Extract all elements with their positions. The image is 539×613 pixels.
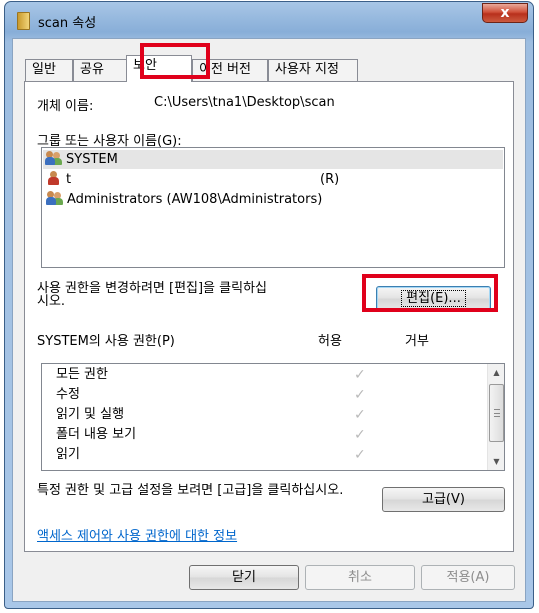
grip-icon bbox=[494, 409, 500, 417]
permission-row: 읽기 ✓ bbox=[56, 445, 376, 465]
object-name-label: 개체 이름: bbox=[37, 99, 94, 114]
user-suffix: (R) bbox=[320, 172, 340, 187]
user-name: Administrators (AW108\Administrators) bbox=[67, 192, 323, 207]
change-permissions-hint: 사용 권한을 변경하려면 [편집]을 클릭하십시오. bbox=[37, 281, 267, 309]
permissions-scrollbar[interactable]: ▲ ▼ bbox=[487, 364, 504, 470]
advanced-hint: 특정 권한 및 고급 설정을 보려면 [고급]을 클릭하십시오. bbox=[37, 483, 344, 498]
tab-sharing[interactable]: 공유 bbox=[73, 59, 127, 81]
allow-check-icon: ✓ bbox=[354, 427, 366, 443]
window-title: scan 속성 bbox=[38, 16, 97, 31]
permission-name: 수정 bbox=[56, 387, 80, 402]
cancel-button[interactable]: 취소 bbox=[305, 565, 415, 590]
apply-button[interactable]: 적용(A) bbox=[421, 565, 515, 590]
users-group-icon bbox=[45, 151, 63, 165]
allow-check-icon: ✓ bbox=[354, 387, 366, 403]
user-row-administrators[interactable]: Administrators (AW108\Administrators) bbox=[44, 190, 322, 209]
permission-row: 수정 ✓ bbox=[56, 385, 376, 405]
security-panel: 개체 이름: C:\Users\tna1\Desktop\scan 그룹 또는 … bbox=[24, 81, 514, 552]
permission-row: 읽기 및 실행 ✓ bbox=[56, 405, 376, 425]
allow-check-icon: ✓ bbox=[354, 407, 366, 423]
close-button[interactable]: 닫기 bbox=[189, 565, 299, 590]
allow-column-header: 허용 bbox=[318, 334, 342, 349]
title-bar[interactable]: scan 속성 x bbox=[5, 2, 533, 38]
tab-strip: 일반 공유 보안 이전 버전 사용자 지정 bbox=[25, 55, 515, 82]
permission-row: 폴더 내용 보기 ✓ bbox=[56, 425, 376, 445]
edit-button-label: 편집(E)... bbox=[401, 290, 466, 307]
permission-row: 모든 권한 ✓ bbox=[56, 365, 376, 385]
user-icon bbox=[48, 171, 60, 185]
user-row-system[interactable]: SYSTEM bbox=[43, 150, 503, 169]
tab-security[interactable]: 보안 bbox=[126, 55, 192, 82]
user-list[interactable]: SYSTEM t (R) Administrators (AW108\Admin… bbox=[41, 147, 505, 268]
properties-dialog: scan 속성 x 일반 공유 보안 이전 버전 사용자 지정 개체 이름: C… bbox=[4, 1, 534, 609]
deny-column-header: 거부 bbox=[405, 334, 429, 349]
permission-name: 읽기 및 실행 bbox=[56, 407, 125, 422]
allow-check-icon: ✓ bbox=[354, 367, 366, 383]
dialog-client-area: 일반 공유 보안 이전 버전 사용자 지정 개체 이름: C:\Users\tn… bbox=[12, 38, 526, 602]
close-window-button[interactable]: x bbox=[482, 3, 528, 23]
tab-previous-versions[interactable]: 이전 버전 bbox=[192, 59, 268, 81]
scroll-thumb[interactable] bbox=[489, 384, 504, 442]
permissions-info-link[interactable]: 액세스 제어와 사용 권한에 대한 정보 bbox=[37, 525, 237, 544]
permission-name: 모든 권한 bbox=[56, 367, 108, 382]
user-row-t[interactable]: t (R) bbox=[44, 170, 354, 189]
tab-general[interactable]: 일반 bbox=[25, 59, 73, 81]
allow-check-icon: ✓ bbox=[354, 447, 366, 463]
edit-button[interactable]: 편집(E)... bbox=[376, 286, 491, 311]
permission-name: 폴더 내용 보기 bbox=[56, 427, 137, 442]
folder-icon bbox=[17, 12, 30, 30]
permissions-label: SYSTEM의 사용 권한(P) bbox=[37, 334, 175, 349]
advanced-button[interactable]: 고급(V) bbox=[382, 487, 505, 512]
user-name: SYSTEM bbox=[66, 152, 118, 167]
users-group-icon bbox=[46, 191, 64, 205]
object-name-value: C:\Users\tna1\Desktop\scan bbox=[154, 95, 335, 110]
user-name: t bbox=[66, 172, 72, 187]
tab-customize[interactable]: 사용자 지정 bbox=[268, 59, 358, 81]
scroll-down-icon[interactable]: ▼ bbox=[488, 453, 504, 470]
permissions-list[interactable]: 모든 권한 ✓ 수정 ✓ 읽기 및 실행 ✓ 폴더 내용 보기 ✓ 읽기 ✓ ▲… bbox=[41, 363, 505, 471]
scroll-up-icon[interactable]: ▲ bbox=[488, 364, 504, 381]
permission-name: 읽기 bbox=[56, 447, 80, 462]
